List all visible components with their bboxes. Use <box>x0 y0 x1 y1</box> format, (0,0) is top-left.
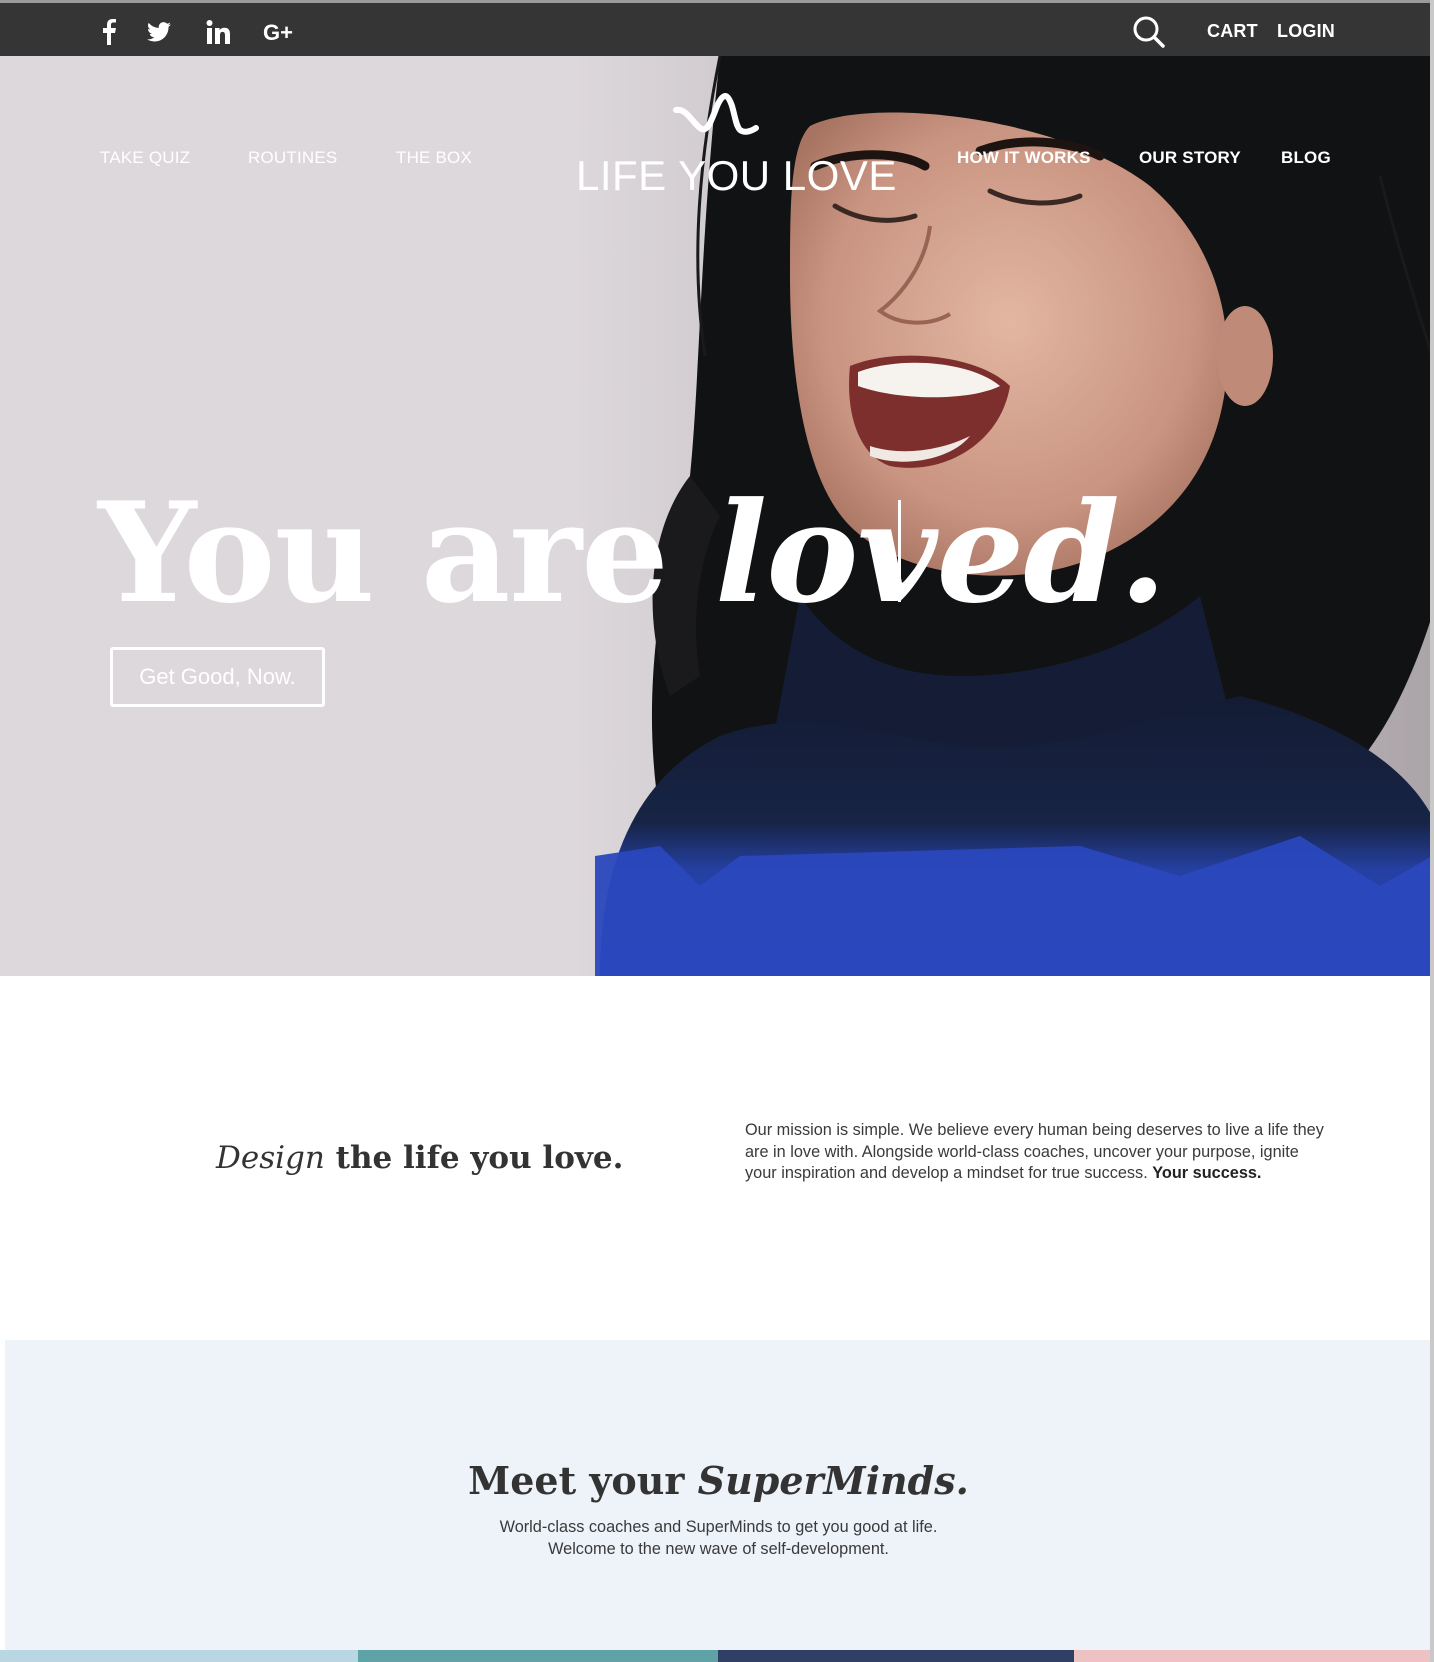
svg-text:G+: G+ <box>263 21 293 43</box>
text-cursor <box>898 500 901 602</box>
logo-wave-icon <box>673 93 759 135</box>
superminds-heading: Meet your SuperMinds. <box>5 1458 1430 1503</box>
logo[interactable]: LIFE YOU LOVE <box>576 152 896 200</box>
mission-heading: Design the life you love. <box>216 1140 623 1176</box>
nav-our-story[interactable]: OUR STORY <box>1139 148 1241 168</box>
mission-section: Design the life you love. Our mission is… <box>0 976 1430 1340</box>
page: G+ CART LOGIN TAKE QUIZ ROUTINES THE BOX… <box>0 0 1432 1662</box>
coach-card-3[interactable] <box>718 1650 1074 1662</box>
twitter-icon[interactable] <box>145 17 173 47</box>
nav-the-box[interactable]: THE BOX <box>396 148 472 168</box>
superminds-section: Meet your SuperMinds. World-class coache… <box>5 1340 1430 1662</box>
superminds-heading-italic: SuperMinds. <box>697 1458 969 1503</box>
hero-section: TAKE QUIZ ROUTINES THE BOX LIFE YOU LOVE… <box>0 56 1430 976</box>
get-good-now-button[interactable]: Get Good, Now. <box>110 647 325 707</box>
nav-take-quiz[interactable]: TAKE QUIZ <box>100 148 190 168</box>
hero-heading-plain: You are <box>98 471 715 634</box>
cart-link[interactable]: CART <box>1207 21 1258 42</box>
top-bar: G+ CART LOGIN <box>0 0 1430 56</box>
coach-card-4[interactable] <box>1074 1650 1430 1662</box>
mission-heading-bold: the life you love. <box>324 1140 624 1176</box>
mission-heading-italic: Design <box>216 1140 325 1176</box>
nav-routines[interactable]: ROUTINES <box>248 148 337 168</box>
superminds-subtitle: World-class coaches and SuperMinds to ge… <box>5 1516 1430 1560</box>
superminds-heading-plain: Meet your <box>468 1458 698 1503</box>
coach-card-1[interactable] <box>0 1650 358 1662</box>
superminds-line-1: World-class coaches and SuperMinds to ge… <box>499 1518 938 1536</box>
google-plus-icon[interactable]: G+ <box>262 17 296 47</box>
search-icon[interactable] <box>1132 15 1166 49</box>
mission-text-strong: Your success. <box>1152 1164 1262 1182</box>
coach-card-2[interactable] <box>358 1650 718 1662</box>
nav-how-it-works[interactable]: HOW IT WORKS <box>957 148 1091 168</box>
hero-heading-emphasis: loved. <box>714 471 1167 634</box>
hero-heading: You are loved. <box>98 484 1167 622</box>
login-link[interactable]: LOGIN <box>1277 21 1335 42</box>
superminds-line-2: Welcome to the new wave of self-developm… <box>548 1540 889 1558</box>
nav-blog[interactable]: BLOG <box>1281 148 1331 168</box>
mission-text: Our mission is simple. We believe every … <box>745 1120 1327 1185</box>
facebook-icon[interactable] <box>98 17 120 47</box>
linkedin-icon[interactable] <box>204 17 232 47</box>
